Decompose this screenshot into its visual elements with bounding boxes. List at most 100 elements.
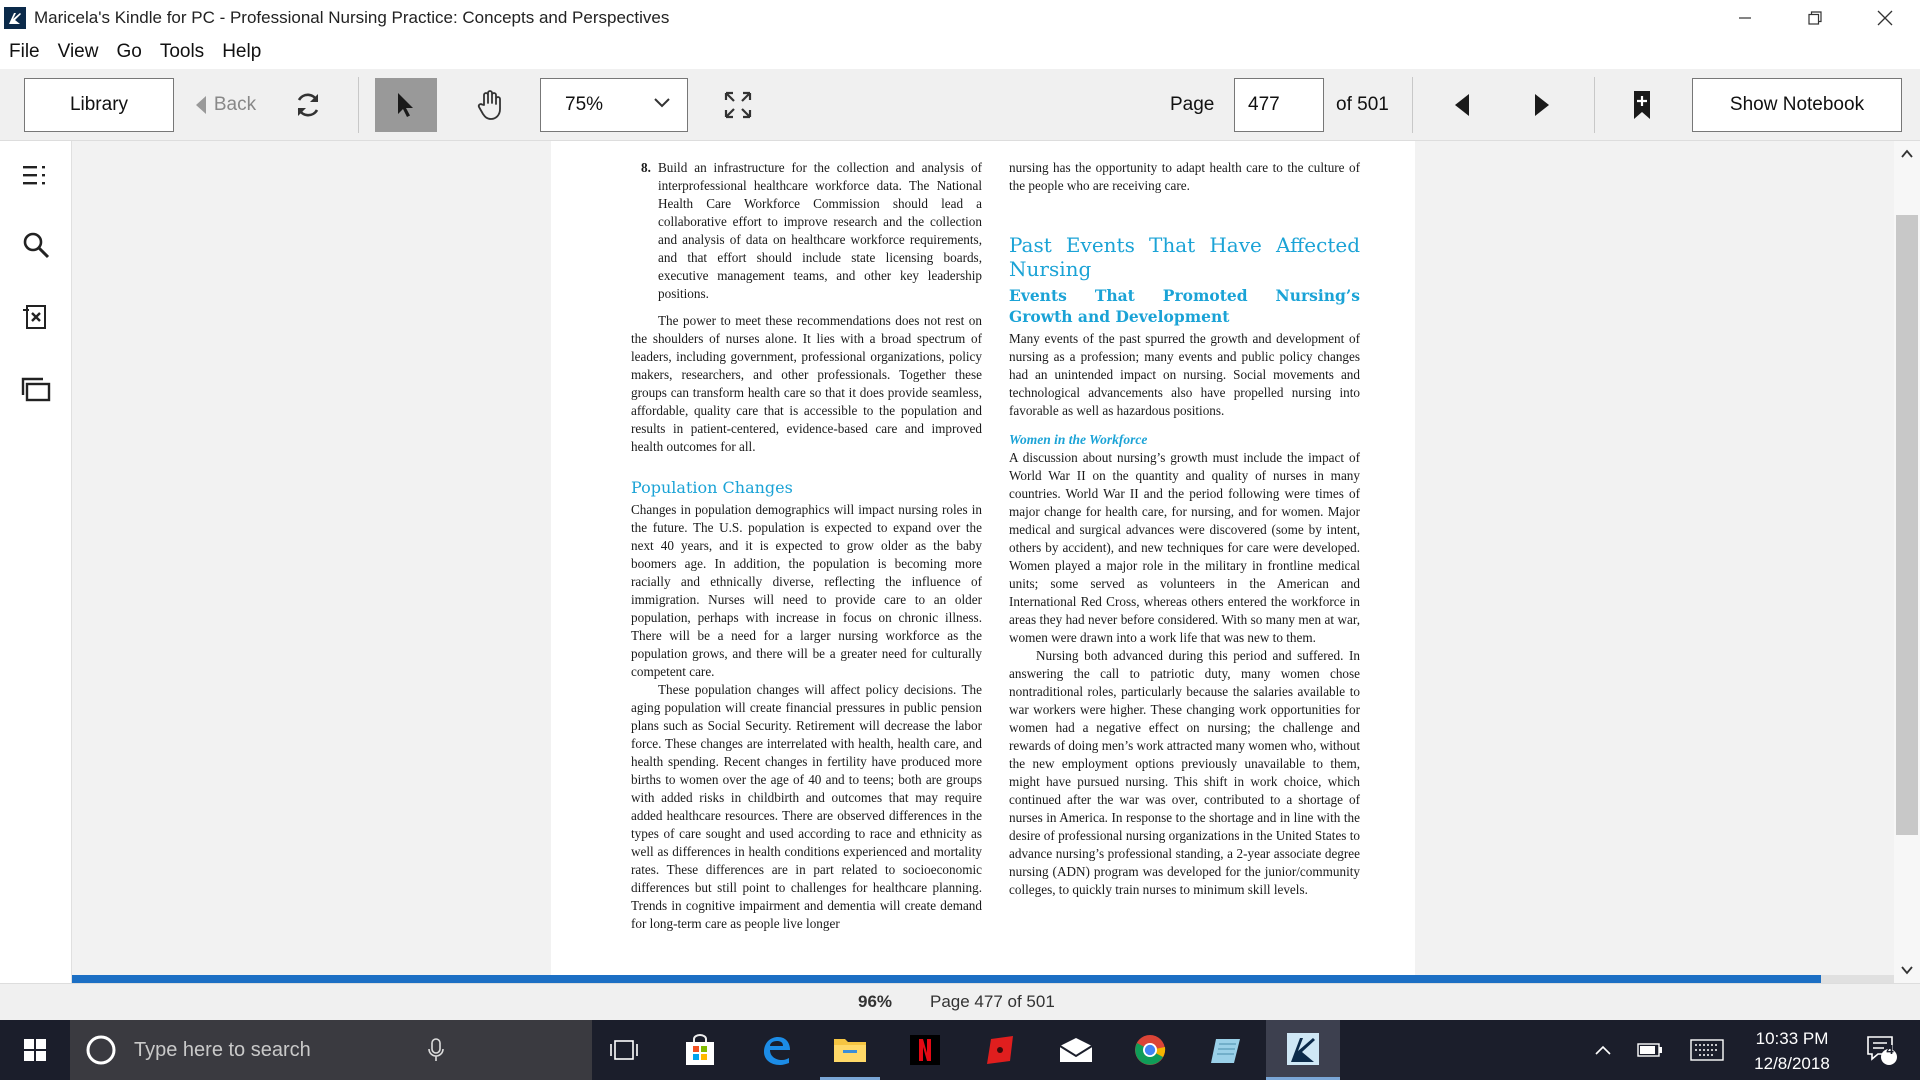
windows-logo-icon — [24, 1039, 46, 1061]
table-of-contents-icon[interactable] — [20, 159, 52, 191]
window-title: Maricela's Kindle for PC - Professional … — [34, 7, 670, 27]
sync-icon — [297, 93, 319, 117]
menu-help[interactable]: Help — [213, 41, 270, 63]
search-icon[interactable] — [20, 229, 52, 261]
chevron-up-icon — [1595, 1045, 1611, 1055]
title-bar: Maricela's Kindle for PC - Professional … — [0, 0, 1920, 35]
notification-count-badge: 4 — [1886, 1042, 1894, 1057]
close-button[interactable] — [1850, 0, 1920, 35]
clock-time: 10:33 PM — [1755, 1029, 1829, 1048]
folder-icon — [834, 1038, 866, 1062]
cortana-circle-icon — [86, 1035, 116, 1065]
battery-icon — [1637, 1043, 1662, 1057]
notepad-icon — [1211, 1039, 1240, 1063]
netflix-button[interactable] — [895, 1020, 955, 1080]
cursor-arrow-icon — [398, 93, 413, 117]
close-icon — [1877, 10, 1893, 25]
file-explorer-button[interactable] — [820, 1020, 880, 1080]
kindle-taskbar-button[interactable] — [1266, 1020, 1340, 1080]
reading-progress-fill — [72, 975, 1822, 983]
back-label: Back — [213, 94, 257, 115]
taskbar-search-box[interactable]: Type here to search — [70, 1020, 592, 1080]
start-button[interactable] — [0, 1020, 70, 1080]
microphone-icon[interactable] — [428, 1038, 444, 1062]
paragraph: These population changes will affect pol… — [631, 682, 982, 931]
windows-taskbar: Type here to search 10:33 PM 12/8/2018 4 — [0, 1020, 1920, 1080]
menu-view[interactable]: View — [49, 41, 108, 63]
previous-page-button[interactable] — [1440, 83, 1484, 127]
add-bookmark-button[interactable] — [1620, 83, 1664, 127]
fullscreen-icon — [724, 91, 752, 119]
toolbar: Library Back 75% Page 477 of 501 Show No… — [0, 69, 1920, 141]
clock-date: 12/8/2018 — [1754, 1054, 1830, 1073]
chrome-button[interactable] — [1120, 1020, 1180, 1080]
search-placeholder: Type here to search — [134, 1038, 311, 1061]
netflix-icon — [910, 1035, 940, 1065]
back-button[interactable]: Back — [190, 78, 260, 132]
page-label: Page — [1170, 94, 1215, 115]
chrome-icon — [1135, 1035, 1166, 1065]
battery-status[interactable] — [1630, 1020, 1670, 1080]
page-number-input[interactable]: 477 — [1234, 78, 1324, 132]
paragraph: Changes in population demographics will … — [631, 502, 982, 679]
task-view-button[interactable] — [598, 1020, 650, 1080]
action-center-button[interactable]: 4 — [1852, 1020, 1912, 1080]
notes-app-button[interactable] — [1196, 1020, 1256, 1080]
restore-button[interactable] — [1780, 0, 1850, 35]
paragraph: nursing has the opportunity to adapt hea… — [1009, 160, 1360, 193]
paragraph: The power to meet these recommendations … — [631, 313, 982, 454]
paragraph: Many events of the past spurred the grow… — [1009, 331, 1360, 418]
store-app-button[interactable] — [670, 1020, 730, 1080]
vertical-scrollbar[interactable] — [1894, 141, 1920, 983]
minimize-button[interactable] — [1710, 0, 1780, 35]
bookmark-plus-icon — [1634, 91, 1650, 119]
menu-go[interactable]: Go — [107, 41, 150, 63]
scroll-up-icon[interactable] — [1901, 149, 1913, 159]
scroll-down-icon[interactable] — [1901, 965, 1913, 975]
edge-browser-button[interactable] — [746, 1020, 806, 1080]
mail-button[interactable] — [1046, 1020, 1106, 1080]
scrollbar-thumb[interactable] — [1896, 215, 1918, 835]
toolbar-separator — [1594, 77, 1595, 133]
red-app-button[interactable] — [970, 1020, 1030, 1080]
red-diamond-app-icon — [987, 1036, 1013, 1064]
zoom-dropdown[interactable]: 75% — [540, 78, 688, 132]
show-notebook-button[interactable]: Show Notebook — [1692, 78, 1902, 132]
menu-file[interactable]: File — [0, 41, 49, 63]
numbered-item: 8. Build an infrastructure for the colle… — [631, 159, 982, 303]
system-clock[interactable]: 10:33 PM 12/8/2018 — [1736, 1026, 1848, 1076]
notes-cards-icon[interactable] — [20, 373, 52, 405]
kindle-reader-icon — [1287, 1032, 1319, 1065]
library-button[interactable]: Library — [24, 78, 174, 132]
fullscreen-button[interactable] — [716, 83, 760, 127]
next-page-button[interactable] — [1520, 83, 1564, 127]
left-column: 8. Build an infrastructure for the colle… — [631, 159, 982, 933]
progress-percent: 96% — [858, 992, 893, 1011]
menu-tools[interactable]: Tools — [151, 41, 213, 63]
right-column: nursing has the opportunity to adapt hea… — [1009, 159, 1360, 899]
item-number: 8. — [641, 160, 651, 175]
reading-area[interactable]: 8. Build an infrastructure for the colle… — [72, 141, 1894, 975]
back-arrow-icon — [195, 96, 206, 114]
sync-button[interactable] — [286, 83, 330, 127]
status-bar: 96% Page 477 of 501 — [0, 983, 1920, 1020]
reading-progress-bar[interactable] — [72, 975, 1894, 983]
kindle-app-icon — [4, 6, 26, 29]
item-text: Build an infrastructure for the collecti… — [658, 160, 982, 301]
book-page: 8. Build an infrastructure for the colle… — [551, 141, 1415, 975]
show-hidden-icons-button[interactable] — [1586, 1020, 1620, 1080]
hand-tool-button[interactable] — [468, 83, 512, 127]
page-total-label: of 501 — [1336, 94, 1389, 115]
zoom-value: 75% — [565, 94, 604, 115]
chapter-section-heading: Past Events That Have Affected Nursing — [1009, 233, 1360, 281]
flashcards-icon[interactable] — [20, 301, 52, 333]
store-bag-icon — [686, 1034, 714, 1065]
touch-keyboard-button[interactable] — [1684, 1020, 1730, 1080]
toolbar-separator — [1412, 77, 1413, 133]
toolbar-separator — [358, 77, 359, 133]
edge-icon — [764, 1037, 790, 1065]
mail-envelope-icon — [1059, 1038, 1093, 1062]
paragraph: A discussion about nursing’s growth must… — [1009, 450, 1360, 645]
select-tool-button[interactable] — [375, 78, 437, 132]
minor-heading: Women in the Workforce — [1009, 432, 1148, 447]
